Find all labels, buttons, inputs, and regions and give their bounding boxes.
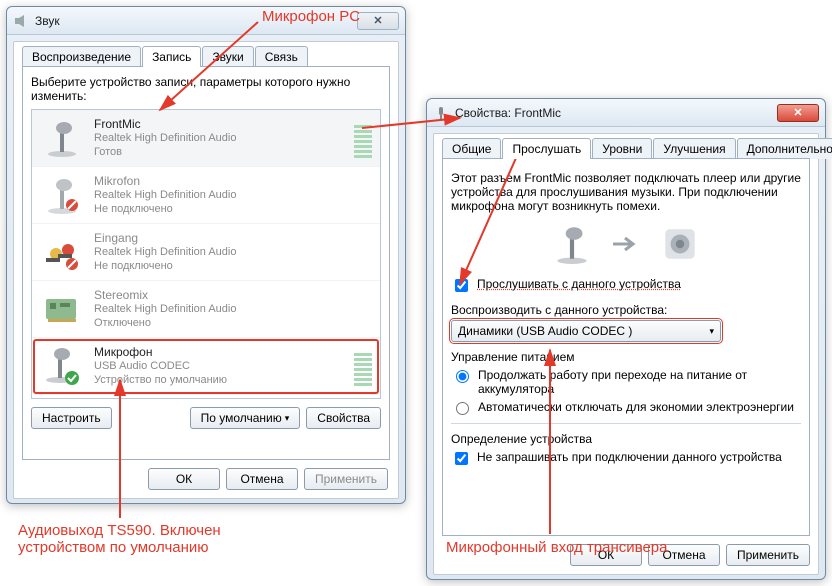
cancel-button[interactable]: Отмена — [226, 468, 298, 490]
power-group-label: Управление питанием — [451, 350, 801, 364]
device-row[interactable]: Stereomix Realtek High Definition Audio … — [32, 281, 380, 338]
playback-device-dropdown[interactable]: Динамики (USB Audio CODEC ) ▾ — [451, 320, 721, 342]
set-default-button[interactable]: По умолчанию — [190, 407, 301, 429]
device-driver: Realtek High Definition Audio — [94, 132, 344, 146]
close-button[interactable]: ✕ — [777, 104, 819, 122]
description-text: Этот разъем FrontMic позволяет подключат… — [451, 171, 801, 213]
level-meter — [354, 346, 372, 386]
detect-checkbox[interactable] — [455, 452, 468, 465]
detect-checkbox-label: Не запрашивать при подключении данного у… — [477, 450, 782, 464]
tab-strip: Общие Прослушать Уровни Улучшения Дополн… — [442, 138, 810, 159]
level-meter — [354, 118, 372, 158]
device-row[interactable]: Eingang Realtek High Definition Audio Не… — [32, 224, 380, 281]
device-status: Готов — [94, 146, 344, 160]
arrow-right-icon — [611, 234, 641, 254]
line-in-icon — [40, 230, 84, 274]
power-radio-continue[interactable] — [456, 370, 469, 383]
tab-enhancements[interactable]: Улучшения — [653, 138, 735, 159]
device-driver: Realtek High Definition Audio — [94, 246, 372, 260]
mic-icon — [40, 173, 84, 217]
listen-checkbox-label: Прослушивать с данного устройства — [477, 277, 681, 291]
device-row-selected[interactable]: Микрофон USB Audio CODEC Устройство по у… — [32, 338, 380, 395]
listen-checkbox-row[interactable]: Прослушивать с данного устройства — [451, 277, 801, 295]
power-radio-label: Продолжать работу при переходе на питани… — [478, 368, 801, 396]
device-name: Mikrofon — [94, 174, 372, 189]
window-title: Свойства: FrontMic — [455, 106, 777, 120]
properties-button[interactable]: Свойства — [306, 407, 381, 429]
mic-icon — [40, 116, 84, 160]
tab-sounds[interactable]: Звуки — [202, 46, 253, 67]
tab-levels[interactable]: Уровни — [592, 138, 652, 159]
device-name: Eingang — [94, 231, 372, 246]
annotation-top: Микрофон PC — [262, 8, 360, 25]
apply-button[interactable]: Применить — [304, 468, 388, 490]
device-name: FrontMic — [94, 117, 344, 132]
playback-label: Воспроизводить с данного устройства: — [451, 303, 801, 317]
detect-checkbox-row[interactable]: Не запрашивать при подключении данного у… — [451, 450, 801, 468]
device-list[interactable]: FrontMic Realtek High Definition Audio Г… — [31, 109, 381, 399]
device-name: Stereomix — [94, 288, 372, 303]
apply-button[interactable]: Применить — [726, 544, 810, 566]
listen-checkbox[interactable] — [455, 279, 468, 292]
properties-window: Свойства: FrontMic ✕ Общие Прослушать Ур… — [426, 98, 826, 580]
device-name: Микрофон — [94, 345, 344, 360]
device-status: Отключено — [94, 317, 372, 331]
tab-strip: Воспроизведение Запись Звуки Связь — [22, 46, 390, 67]
power-radio-label: Автоматически отключать для экономии эле… — [478, 400, 794, 414]
speaker-icon — [659, 223, 701, 265]
device-driver: USB Audio CODEC — [94, 360, 344, 374]
device-row[interactable]: Mikrofon Realtek High Definition Audio Н… — [32, 167, 380, 224]
power-radio-2[interactable]: Автоматически отключать для экономии эле… — [451, 400, 801, 415]
sound-icon — [13, 13, 29, 29]
device-status: Не подключено — [94, 260, 372, 274]
device-status: Не подключено — [94, 203, 372, 217]
tab-communications[interactable]: Связь — [255, 46, 308, 67]
tab-listen[interactable]: Прослушать — [502, 138, 591, 159]
device-status: Устройство по умолчанию — [94, 374, 344, 388]
power-radio-auto-off[interactable] — [456, 402, 469, 415]
tab-general[interactable]: Общие — [442, 138, 501, 159]
tab-advanced[interactable]: Дополнительно — [737, 138, 832, 159]
playback-device-value: Динамики (USB Audio CODEC ) — [458, 324, 632, 338]
mic-icon — [433, 105, 449, 121]
titlebar[interactable]: Свойства: FrontMic ✕ — [427, 99, 825, 127]
power-radio-1[interactable]: Продолжать работу при переходе на питани… — [451, 368, 801, 396]
close-button[interactable]: ✕ — [357, 12, 399, 30]
soundcard-icon — [40, 287, 84, 331]
mic-icon — [551, 223, 593, 265]
device-row[interactable]: FrontMic Realtek High Definition Audio Г… — [32, 110, 380, 167]
chevron-down-icon: ▾ — [709, 326, 714, 337]
annotation-bottom-right: Микрофонный вход трансивера — [446, 539, 667, 556]
device-driver: Realtek High Definition Audio — [94, 189, 372, 203]
instruction-text: Выберите устройство записи, параметры ко… — [31, 75, 381, 103]
tab-playback[interactable]: Воспроизведение — [22, 46, 141, 67]
tab-recording[interactable]: Запись — [142, 46, 201, 67]
ok-button[interactable]: ОК — [148, 468, 220, 490]
annotation-bottom-left: Аудиовыход TS590. Включен устройством по… — [18, 522, 221, 556]
mic-icon — [40, 344, 84, 388]
sound-window: Звук ✕ Воспроизведение Запись Звуки Связ… — [6, 6, 406, 504]
configure-button[interactable]: Настроить — [31, 407, 112, 429]
detect-group-label: Определение устройства — [451, 432, 801, 446]
device-driver: Realtek High Definition Audio — [94, 303, 372, 317]
